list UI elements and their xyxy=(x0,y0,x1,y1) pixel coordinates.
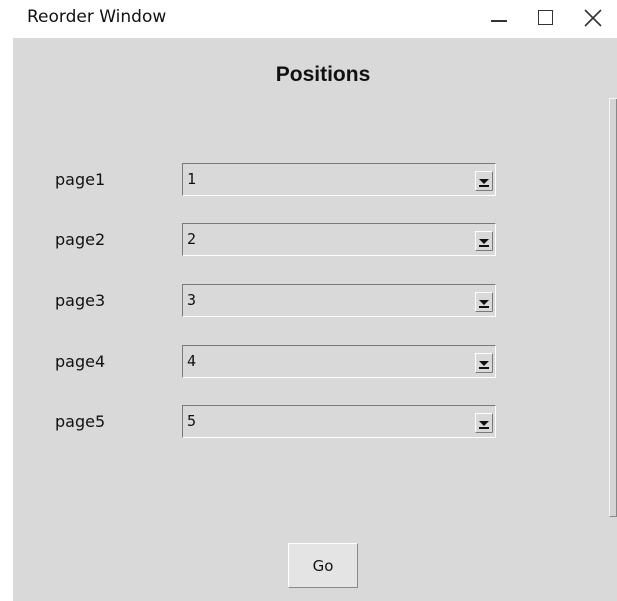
select-value: 1 xyxy=(187,170,197,188)
scrollbar[interactable] xyxy=(609,98,617,517)
select-value: 2 xyxy=(187,230,197,248)
row-label-page5: page5 xyxy=(55,412,106,431)
maximize-icon xyxy=(538,10,553,25)
select-value: 5 xyxy=(187,412,197,430)
position-select-page1[interactable]: 1 xyxy=(182,163,496,196)
row-label-page1: page1 xyxy=(55,170,106,189)
select-value: 4 xyxy=(187,352,197,370)
title-bar[interactable]: Reorder Window xyxy=(0,0,617,38)
chevron-down-icon[interactable] xyxy=(475,231,493,251)
position-select-page4[interactable]: 4 xyxy=(182,345,496,378)
go-button[interactable]: Go xyxy=(288,543,358,588)
position-select-page3[interactable]: 3 xyxy=(182,284,496,317)
minimize-button[interactable] xyxy=(475,0,521,38)
chevron-down-icon[interactable] xyxy=(475,413,493,433)
row-label-page4: page4 xyxy=(55,352,106,371)
row-label-page2: page2 xyxy=(55,230,106,249)
client-area: Positions xyxy=(13,38,617,601)
window-title: Reorder Window xyxy=(27,7,167,27)
chevron-down-icon[interactable] xyxy=(475,171,493,191)
reorder-window: Reorder Window Positions page1 1 page2 2… xyxy=(0,0,617,601)
close-button[interactable] xyxy=(569,0,615,38)
position-select-page5[interactable]: 5 xyxy=(182,405,496,438)
minimize-icon xyxy=(491,20,507,22)
select-value: 3 xyxy=(187,291,197,309)
maximize-button[interactable] xyxy=(522,0,568,38)
row-label-page3: page3 xyxy=(55,291,106,310)
position-select-page2[interactable]: 2 xyxy=(182,223,496,256)
close-icon xyxy=(584,9,602,27)
chevron-down-icon[interactable] xyxy=(475,292,493,312)
chevron-down-icon[interactable] xyxy=(475,353,493,373)
page-title: Positions xyxy=(275,63,371,86)
